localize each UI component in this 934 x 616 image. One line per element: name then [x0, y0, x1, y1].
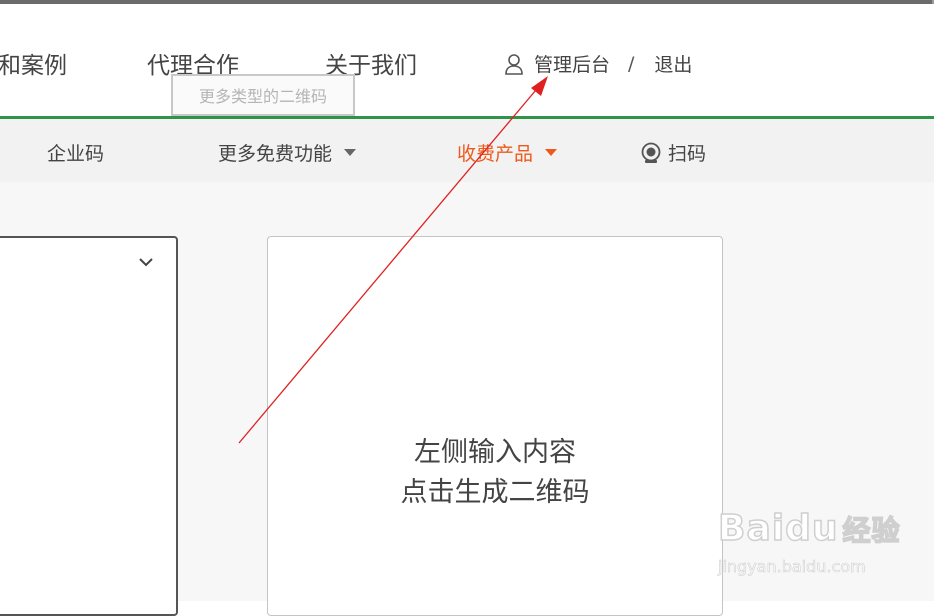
user-menu: 管理后台 / 退出	[504, 50, 692, 77]
subnav-item-label: 收费产品	[457, 143, 534, 165]
camera-icon	[640, 142, 662, 164]
nav-tooltip: 更多类型的二维码	[171, 74, 355, 116]
subnav-item-scan[interactable]: 扫码	[640, 139, 706, 166]
subnav-item-enterprise-code[interactable]: 企业码	[47, 139, 104, 166]
caret-down-icon	[545, 149, 558, 156]
input-panel[interactable]	[0, 236, 178, 616]
logout-link[interactable]: 退出	[654, 50, 692, 77]
admin-link[interactable]: 管理后台	[534, 50, 610, 77]
subnav-item-free-features[interactable]: 更多免费功能	[218, 139, 357, 166]
user-menu-separator: /	[628, 52, 635, 75]
top-navigation: 和案例 代理合作 关于我们 管理后台 / 退出 更多类型的二维码	[0, 4, 934, 116]
subnav-item-paid-products[interactable]: 收费产品	[457, 139, 558, 166]
preview-hint: 左侧输入内容 点击生成二维码	[268, 433, 722, 513]
sub-navigation: 企业码 更多免费功能 收费产品 扫码	[0, 119, 934, 182]
chevron-down-icon[interactable]	[138, 252, 154, 271]
preview-hint-line-2: 点击生成二维码	[400, 477, 590, 508]
caret-down-icon	[344, 149, 357, 156]
watermark-logo: Baidu 经验	[717, 507, 901, 550]
subnav-item-label: 更多免费功能	[218, 143, 333, 165]
user-icon	[504, 53, 524, 75]
watermark-url: jingyan.baidu.com	[718, 557, 866, 577]
subnav-item-label: 扫码	[668, 143, 707, 165]
nav-item-cases[interactable]: 和案例	[0, 46, 67, 80]
subnav-item-label: 企业码	[47, 143, 105, 165]
qr-preview-panel: 左侧输入内容 点击生成二维码	[267, 236, 723, 616]
baidu-jingyan-watermark: Baidu 经验 jingyan.baidu.com	[716, 500, 900, 580]
preview-hint-line-1: 左侧输入内容	[414, 437, 576, 468]
